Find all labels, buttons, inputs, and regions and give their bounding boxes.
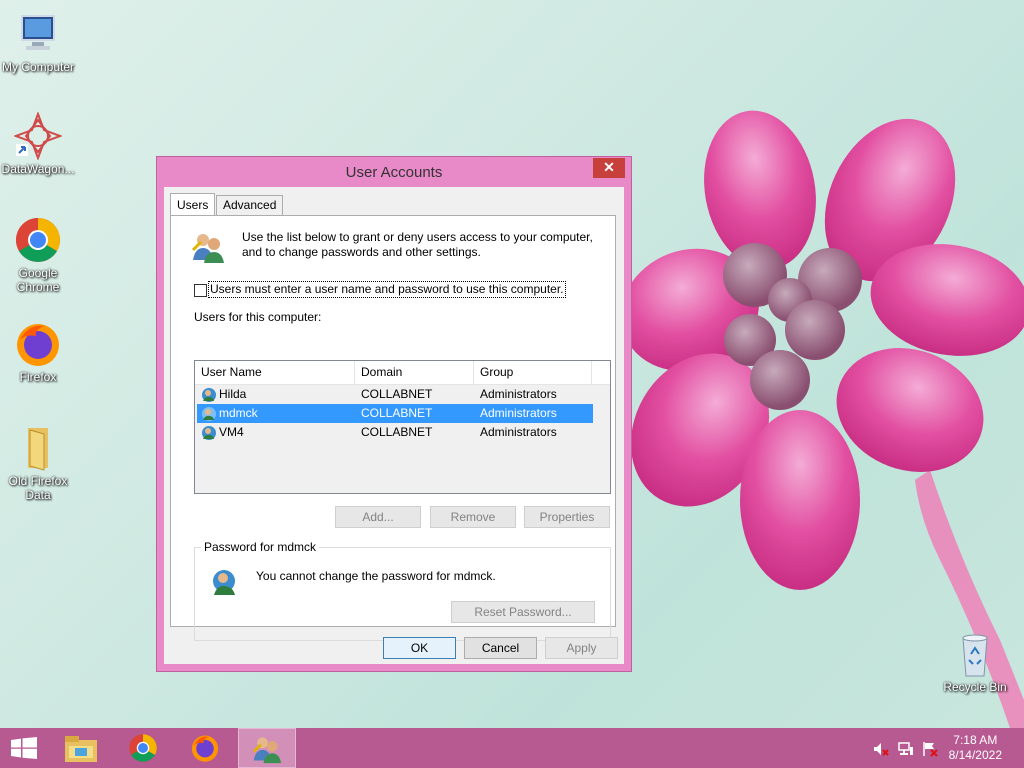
file-explorer-icon	[65, 736, 97, 762]
tab-advanced[interactable]: Advanced	[216, 195, 284, 215]
column-header-group[interactable]: Group	[474, 361, 592, 384]
user-accounts-window: User Accounts ✕ Users Advanced Use the l…	[156, 156, 632, 672]
firefox-icon	[14, 320, 62, 368]
column-header-domain[interactable]: Domain	[355, 361, 474, 384]
action-center-flag-icon[interactable]	[922, 741, 938, 757]
desktop-icon-label: My Computer	[1, 60, 75, 74]
require-login-label[interactable]: Users must enter a user name and passwor…	[208, 281, 566, 298]
start-windows-icon	[11, 737, 37, 759]
user-icon	[201, 425, 217, 441]
taskbar-user-accounts[interactable]	[238, 728, 296, 768]
desktop-icon-label: Google Chrome	[16, 266, 60, 294]
column-header-user-name[interactable]: User Name	[195, 361, 355, 384]
taskbar-chrome[interactable]	[114, 728, 172, 768]
title-bar[interactable]: User Accounts ✕	[157, 157, 631, 187]
password-message: You cannot change the password for mdmck…	[256, 569, 496, 583]
users-list-label: Users for this computer:	[194, 310, 322, 324]
window-title: User Accounts	[345, 164, 443, 181]
password-groupbox: Password for mdmck You cannot change the…	[194, 540, 611, 641]
desktop-icon-google-chrome[interactable]: Google Chrome	[0, 216, 76, 294]
apply-button[interactable]: Apply	[545, 637, 618, 659]
desktop-icon-label: Recycle Bin	[943, 680, 1007, 694]
recycle-bin-icon	[951, 630, 999, 678]
user-name-cell: VM4	[219, 425, 244, 439]
reset-password-button[interactable]: Reset Password...	[451, 601, 595, 623]
desktop-icon-my-computer[interactable]: My Computer	[0, 10, 76, 74]
users-listview[interactable]: User Name Domain Group Hilda COLLABNET A…	[194, 360, 611, 494]
password-group-title: Password for mdmck	[201, 540, 320, 554]
desktop-icon-label: Old Firefox Data	[8, 474, 68, 502]
network-icon[interactable]	[898, 741, 914, 757]
datawagon-icon	[13, 111, 63, 161]
folder-icon	[14, 424, 62, 472]
desktop-icon-label: Firefox	[19, 370, 57, 384]
desktop-icon-datawagon[interactable]: DataWagon...	[0, 111, 76, 176]
properties-button[interactable]: Properties	[524, 506, 610, 528]
close-button[interactable]: ✕	[593, 158, 625, 178]
close-icon: ✕	[603, 159, 615, 175]
chrome-icon	[14, 216, 62, 264]
user-accounts-icon	[252, 737, 282, 764]
desktop-icon-recycle-bin[interactable]: Recycle Bin	[937, 630, 1013, 694]
taskbar-file-explorer[interactable]	[52, 728, 110, 768]
table-row[interactable]: VM4 COLLABNET Administrators	[197, 423, 593, 442]
domain-cell: COLLABNET	[361, 406, 433, 420]
domain-cell: COLLABNET	[361, 387, 433, 401]
desktop-icon-old-firefox-data[interactable]: Old Firefox Data	[0, 424, 76, 502]
intro-text: Use the list below to grant or deny user…	[242, 230, 593, 259]
table-row-selected[interactable]: mdmck COLLABNET Administrators	[197, 404, 593, 423]
cancel-button[interactable]: Cancel	[464, 637, 537, 659]
add-user-button[interactable]: Add...	[335, 506, 421, 528]
user-name-cell: mdmck	[219, 406, 258, 420]
clock-time: 7:18 AM	[953, 733, 998, 747]
taskbar-clock[interactable]: 7:18 AM 8/14/2022	[949, 733, 1002, 763]
chrome-icon	[129, 734, 157, 762]
tab-users[interactable]: Users	[170, 193, 216, 215]
firefox-icon	[191, 735, 219, 762]
table-row[interactable]: Hilda COLLABNET Administrators	[197, 385, 593, 404]
listview-header: User Name Domain Group	[195, 361, 610, 385]
desktop-icon-label: DataWagon...	[1, 162, 75, 176]
user-icon	[201, 406, 217, 422]
taskbar: 7:18 AM 8/14/2022	[0, 728, 1024, 768]
user-password-icon	[211, 568, 241, 598]
group-cell: Administrators	[480, 387, 557, 401]
dialog-client: Users Advanced Use the list below to gra…	[164, 187, 624, 664]
volume-muted-icon[interactable]	[873, 741, 889, 757]
ok-button[interactable]: OK	[383, 637, 456, 659]
domain-cell: COLLABNET	[361, 425, 433, 439]
desktop-icon-firefox[interactable]: Firefox	[0, 320, 76, 384]
group-cell: Administrators	[480, 406, 557, 420]
clock-date: 8/14/2022	[948, 748, 1002, 762]
group-cell: Administrators	[480, 425, 557, 439]
users-icon	[191, 230, 225, 264]
remove-user-button[interactable]: Remove	[430, 506, 516, 528]
users-tab-panel: Use the list below to grant or deny user…	[170, 215, 616, 641]
require-login-checkbox[interactable]	[194, 284, 207, 297]
start-button[interactable]	[0, 728, 48, 768]
user-icon	[201, 387, 217, 403]
computer-icon	[14, 10, 62, 58]
taskbar-firefox[interactable]	[176, 728, 234, 768]
user-name-cell: Hilda	[219, 387, 247, 401]
